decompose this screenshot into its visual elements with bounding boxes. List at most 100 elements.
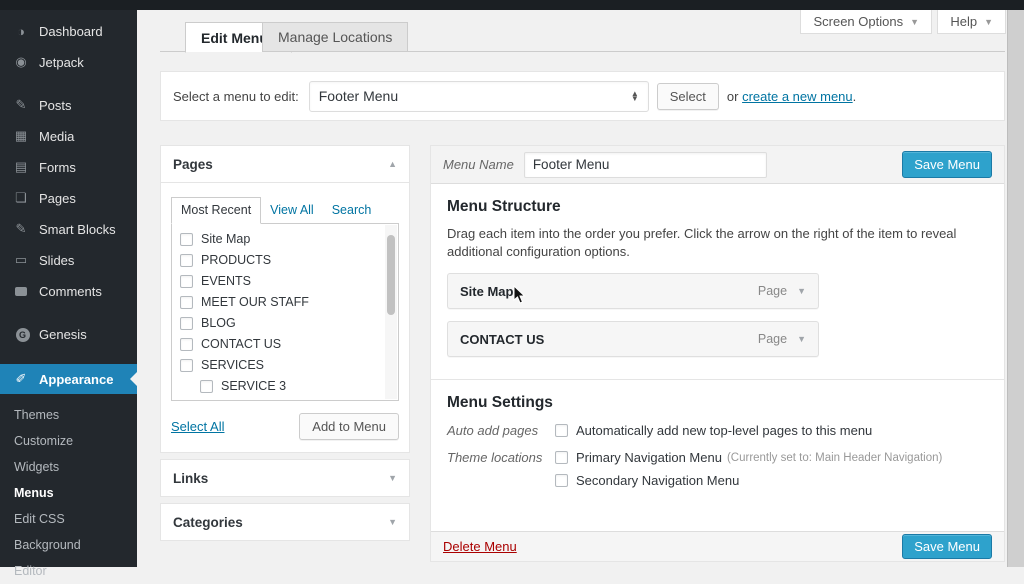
page-checklist-item: BLOG [180, 316, 394, 330]
checkbox[interactable] [180, 275, 193, 288]
collapse-arrow-icon[interactable]: ▲ [388, 159, 397, 169]
links-panel-header[interactable]: Links ▼ [161, 460, 409, 496]
menu-item-row-contact-us[interactable]: CONTACT US Page ▼ [447, 321, 819, 357]
save-menu-button-top[interactable]: Save Menu [902, 151, 992, 178]
page-item-label: SERVICES [201, 358, 264, 372]
checkbox[interactable] [180, 317, 193, 330]
tab-search[interactable]: Search [323, 197, 381, 223]
pages-inner-tabs: Most Recent View All Search [171, 197, 399, 223]
sidebar-item-slides[interactable]: ▭ Slides [0, 247, 137, 273]
media-icon: ▦ [10, 128, 32, 144]
sidebar-item-genesis[interactable]: G Genesis [0, 321, 137, 347]
item-expand-arrow-icon[interactable]: ▼ [797, 286, 806, 296]
submenu-item-editor[interactable]: Editor [0, 558, 137, 584]
comments-icon [10, 284, 32, 299]
categories-panel: Categories ▼ [160, 503, 410, 541]
page-item-label: EVENTS [201, 274, 251, 288]
or-text: or [727, 89, 739, 104]
menu-name-input[interactable] [524, 152, 767, 178]
jetpack-icon: ◉ [10, 54, 32, 70]
item-expand-arrow-icon[interactable]: ▼ [797, 334, 806, 344]
page-item-label: Site Map [201, 232, 250, 246]
links-panel: Links ▼ [160, 459, 410, 497]
auto-add-checkbox[interactable] [555, 424, 568, 437]
genesis-icon: G [10, 326, 32, 342]
sidebar-item-posts[interactable]: ✎ Posts [0, 92, 137, 118]
checkbox[interactable] [180, 338, 193, 351]
pages-icon: ❏ [10, 190, 32, 206]
checkbox[interactable] [180, 233, 193, 246]
pages-panel-body: Most Recent View All Search Site Map PRO… [161, 182, 409, 452]
submenu-item-menus[interactable]: Menus [0, 480, 137, 506]
sidebar-item-label: Slides [39, 253, 74, 268]
create-new-menu-link[interactable]: create a new menu [742, 89, 853, 104]
checkbox[interactable] [180, 296, 193, 309]
menu-item-row-site-map[interactable]: Site Map Page ▼ [447, 273, 819, 309]
save-menu-button-bottom[interactable]: Save Menu [902, 534, 992, 559]
dashboard-icon: ◑ [10, 24, 32, 39]
menu-item-label: Site Map [460, 284, 513, 299]
sidebar-item-dashboard[interactable]: ◑ Dashboard [0, 18, 137, 44]
secondary-nav-checkbox[interactable] [555, 474, 568, 487]
submenu-item-themes[interactable]: Themes [0, 402, 137, 428]
menu-name-bar: Menu Name Save Menu [431, 146, 1004, 184]
theme-locations-label: Theme locations [447, 450, 555, 496]
screen-options-label: Screen Options [813, 14, 903, 29]
delete-menu-link[interactable]: Delete Menu [443, 539, 517, 554]
scrollbar-thumb[interactable] [387, 235, 395, 315]
tab-view-all[interactable]: View All [261, 197, 323, 223]
sidebar-item-label: Posts [39, 98, 72, 113]
primary-nav-note: (Currently set to: Main Header Navigatio… [727, 452, 942, 464]
checkbox[interactable] [200, 380, 213, 393]
submenu-item-edit-css[interactable]: Edit CSS [0, 506, 137, 532]
auto-add-option-label: Automatically add new top-level pages to… [576, 423, 872, 438]
submenu-item-widgets[interactable]: Widgets [0, 454, 137, 480]
auto-add-pages-label: Auto add pages [447, 423, 555, 446]
menu-structure-title: Menu Structure [447, 198, 988, 216]
add-to-menu-button[interactable]: Add to Menu [299, 413, 399, 440]
page-checklist-item: CONTACT US [180, 337, 394, 351]
select-all-link[interactable]: Select All [171, 419, 224, 434]
admin-sidebar: ◑ Dashboard ◉ Jetpack ✎ Posts ▦ Media ▤ … [0, 10, 137, 567]
tab-most-recent[interactable]: Most Recent [171, 197, 261, 224]
sidebar-item-label: Smart Blocks [39, 222, 116, 237]
checkbox[interactable] [180, 359, 193, 372]
select-button[interactable]: Select [657, 83, 719, 110]
pages-checklist: Site Map PRODUCTS EVENTS MEET OUR STAFF … [171, 223, 399, 401]
sidebar-item-appearance[interactable]: ✐ Appearance [0, 364, 137, 394]
admin-bar [0, 0, 1024, 10]
tab-manage-locations[interactable]: Manage Locations [262, 22, 408, 52]
forms-icon: ▤ [10, 159, 32, 175]
sidebar-item-label: Comments [39, 284, 102, 299]
page-checklist-item: EVENTS [180, 274, 394, 288]
chevron-down-icon: ▼ [984, 17, 993, 27]
expand-arrow-icon[interactable]: ▼ [388, 517, 397, 527]
sidebar-item-smart-blocks[interactable]: ✎ Smart Blocks [0, 216, 137, 242]
menu-name-label: Menu Name [443, 157, 514, 172]
page-item-label: SERVICE 3 [221, 379, 286, 393]
checkbox[interactable] [180, 254, 193, 267]
expand-arrow-icon[interactable]: ▼ [388, 473, 397, 483]
pages-panel-header[interactable]: Pages ▲ [161, 146, 409, 182]
sidebar-item-jetpack[interactable]: ◉ Jetpack [0, 49, 137, 75]
sidebar-item-label: Media [39, 129, 74, 144]
categories-panel-header[interactable]: Categories ▼ [161, 504, 409, 540]
menu-select-dropdown[interactable]: Footer Menu ▲▼ [309, 81, 649, 112]
menu-select-bar: Select a menu to edit: Footer Menu ▲▼ Se… [160, 71, 1005, 121]
primary-nav-checkbox[interactable] [555, 451, 568, 464]
sidebar-item-label: Jetpack [39, 55, 84, 70]
sidebar-item-comments[interactable]: Comments [0, 278, 137, 304]
sidebar-item-pages[interactable]: ❏ Pages [0, 185, 137, 211]
slides-icon: ▭ [10, 252, 32, 268]
screen-options-button[interactable]: Screen Options ▼ [800, 10, 932, 34]
sidebar-item-forms[interactable]: ▤ Forms [0, 154, 137, 180]
categories-panel-title: Categories [173, 515, 243, 530]
page-item-label: CONTACT US [201, 337, 281, 351]
submenu-item-background[interactable]: Background [0, 532, 137, 558]
submenu-item-customize[interactable]: Customize [0, 428, 137, 454]
scrollbar-track[interactable] [385, 225, 397, 399]
help-button[interactable]: Help ▼ [937, 10, 1006, 34]
page-scrollbar[interactable] [1007, 10, 1024, 567]
sidebar-item-media[interactable]: ▦ Media [0, 123, 137, 149]
pages-panel: Pages ▲ Most Recent View All Search Site… [160, 145, 410, 453]
